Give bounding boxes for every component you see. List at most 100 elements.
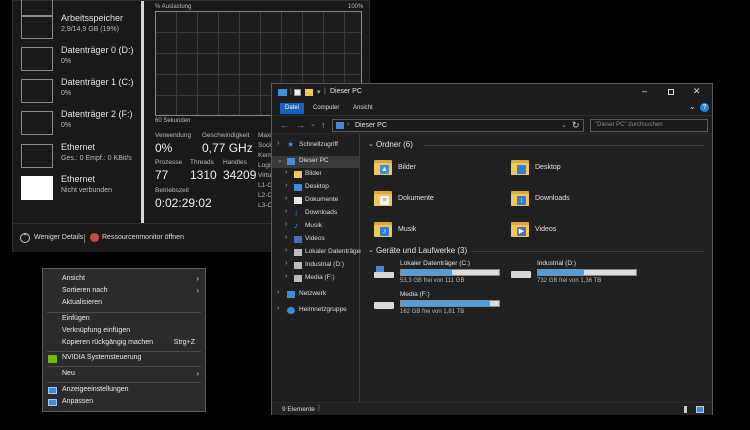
nav-item-bilder[interactable]: › Bilder — [272, 169, 360, 181]
tm-item-ethernet1[interactable]: Ethernet Ges.: 0 Empf.: 0 KBit/s — [21, 140, 132, 172]
menu-item-undo-copy[interactable]: Kopieren rückgängig machen Strg+Z — [43, 338, 205, 350]
nav-item-this-pc[interactable]: ⌄ Dieser PC — [272, 156, 360, 168]
tm-item-sub: 0% — [61, 122, 72, 129]
window-title: Dieser PC — [330, 88, 362, 95]
menu-item-sort[interactable]: Sortieren nach › — [43, 286, 205, 298]
threads-label: Threads — [190, 159, 214, 166]
drive-f[interactable]: Media (F:) 162 GB frei von 1,81 TB — [374, 291, 504, 319]
qat-dropdown-icon[interactable]: ▾ — [317, 88, 321, 96]
chevron-down-icon[interactable]: ⌄ — [368, 246, 374, 254]
large-icons-view-icon[interactable] — [696, 406, 704, 413]
uptime-value: 0:02:29:02 — [155, 196, 212, 210]
tm-item-memory[interactable]: Arbeitsspeicher 2,9/14,9 GB (19%) — [21, 11, 131, 43]
menu-item-new[interactable]: Neu › — [43, 369, 205, 381]
tm-item-disk0[interactable]: Datenträger 0 (D:) 0% — [21, 43, 134, 75]
nav-label: Dokumente — [305, 196, 339, 203]
close-icon[interactable]: ✕ — [693, 86, 701, 97]
menu-item-view[interactable]: Ansicht › — [43, 274, 205, 286]
menu-item-paste[interactable]: Einfügen — [43, 314, 205, 326]
menu-item-label: Einfügen — [62, 315, 90, 322]
refresh-icon[interactable]: ↻ — [572, 120, 580, 131]
tab-datei[interactable]: Datei — [280, 103, 305, 114]
nav-item-homegroup[interactable]: › Heimnetzgruppe — [272, 305, 360, 317]
details-view-icon[interactable] — [684, 406, 687, 413]
menu-item-refresh[interactable]: Aktualisieren — [43, 298, 205, 310]
personalize-icon — [48, 399, 57, 406]
drive-c[interactable]: Lokaler Datenträger (C:) 53,3 GB frei vo… — [374, 260, 504, 288]
tm-item-sub: Nicht verbunden — [61, 187, 112, 194]
nav-item-videos[interactable]: › Videos — [272, 234, 360, 246]
drive-d[interactable]: Industrial (D:) 732 GB frei von 1,36 TB — [511, 260, 641, 288]
properties-icon[interactable] — [294, 89, 301, 96]
nav-item-media[interactable]: › Media (F:) — [272, 273, 360, 285]
tab-computer[interactable]: Computer — [308, 103, 344, 114]
breadcrumb-separator: › — [347, 121, 350, 128]
nav-label: Downloads — [305, 209, 338, 216]
tm-item-title: Datenträger 0 (D:) — [61, 45, 134, 55]
nav-label: Schnellzugriff — [299, 141, 338, 148]
address-dropdown-icon[interactable]: ⌄ — [561, 121, 567, 129]
download-icon: ↓ — [294, 208, 298, 217]
folder-label: Bilder — [398, 164, 416, 171]
breadcrumb-this-pc[interactable]: Dieser PC — [355, 122, 387, 129]
tm-item-ethernet2[interactable]: Ethernet Nicht verbunden — [21, 172, 131, 204]
folder-dokumente[interactable]: ≡ Dokumente — [374, 187, 504, 213]
drive-usage-bar — [400, 300, 500, 307]
tm-item-disk2[interactable]: Datenträger 2 (F:) 0% — [21, 107, 133, 139]
menu-item-paste-shortcut[interactable]: Verknüpfung einfügen — [43, 326, 205, 338]
windows-drive-icon — [374, 266, 394, 280]
nav-label: Desktop — [305, 183, 329, 190]
graph-max: 100% — [348, 4, 364, 10]
address-bar[interactable]: › Dieser PC ⌄ ↻ — [332, 119, 584, 132]
menu-item-display-settings[interactable]: Anzeigeeinstellungen — [43, 385, 205, 397]
back-icon[interactable]: ← — [280, 120, 289, 130]
chevron-down-icon[interactable]: ⌄ — [368, 140, 374, 148]
drives-header[interactable]: Geräte und Laufwerke (3) — [376, 246, 467, 255]
scrollbar[interactable] — [141, 1, 144, 223]
title-bar[interactable]: | ▾ | Dieser PC – ✕ — [272, 84, 712, 101]
fewer-details-link[interactable]: Weniger Details — [34, 234, 83, 241]
forward-icon[interactable]: → — [296, 120, 305, 130]
nav-item-network[interactable]: › Netzwerk — [272, 289, 360, 301]
help-icon[interactable]: ? — [700, 103, 709, 112]
maximize-icon[interactable] — [668, 89, 674, 95]
tm-item-disk1[interactable]: Datenträger 1 (C:) 0% — [21, 75, 134, 107]
menu-item-personalize[interactable]: Anpassen — [43, 397, 205, 409]
graph-time: 60 Sekunden — [155, 118, 191, 124]
drive-free-space: 732 GB frei von 1,36 TB — [537, 278, 602, 284]
nav-item-desktop[interactable]: › Desktop — [272, 182, 360, 194]
nvidia-icon — [48, 355, 57, 363]
nav-item-industrial[interactable]: › Industrial (D:) — [272, 260, 360, 272]
resource-monitor-link[interactable]: Ressourcenmonitor öffnen — [102, 234, 184, 241]
nav-item-local-disk[interactable]: › Lokaler Datenträger — [272, 247, 362, 259]
new-folder-icon[interactable] — [305, 89, 313, 96]
folder-musik[interactable]: ♪ Musik — [374, 218, 504, 244]
nav-item-downloads[interactable]: › ↓ Downloads — [272, 208, 360, 220]
speed-label: Geschwindigkeit — [202, 132, 250, 139]
group-divider — [471, 251, 705, 252]
folder-label: Downloads — [535, 195, 570, 202]
folder-videos[interactable]: ▶ Videos — [511, 218, 641, 244]
chevron-right-icon: › — [285, 234, 288, 241]
recent-dropdown-icon[interactable]: ⌄ — [310, 120, 316, 128]
folder-bilder[interactable]: ▲ Bilder — [374, 156, 504, 182]
chevron-down-icon[interactable]: ⌄ — [689, 102, 696, 111]
processes-value: 77 — [155, 168, 169, 182]
folders-header[interactable]: Ordner (6) — [376, 140, 413, 149]
folder-downloads[interactable]: ↓ Downloads — [511, 187, 641, 213]
drive-label: Media (F:) — [400, 291, 430, 298]
minimize-icon[interactable]: – — [642, 86, 647, 96]
tab-ansicht[interactable]: Ansicht — [348, 103, 378, 114]
nav-item-musik[interactable]: › ♪ Musik — [272, 221, 360, 233]
status-separator: | — [318, 405, 320, 412]
pictures-folder-icon — [294, 171, 302, 178]
chevron-right-icon: › — [285, 260, 288, 267]
address-toolbar: ← → ⌄ ↑ › Dieser PC ⌄ ↻ "Dieser PC" durc… — [272, 115, 712, 134]
menu-item-nvidia[interactable]: NVIDIA Systemsteuerung — [43, 353, 205, 365]
nav-item-dokumente[interactable]: › Dokumente — [272, 195, 360, 207]
folder-desktop[interactable]: Desktop — [511, 156, 641, 182]
up-icon[interactable]: ↑ — [321, 120, 326, 130]
search-input[interactable]: "Dieser PC" durchsuchen — [590, 119, 708, 132]
drive-free-space: 162 GB frei von 1,81 TB — [400, 309, 465, 315]
nav-item-quick-access[interactable]: › ★ Schnellzugriff — [272, 140, 360, 152]
